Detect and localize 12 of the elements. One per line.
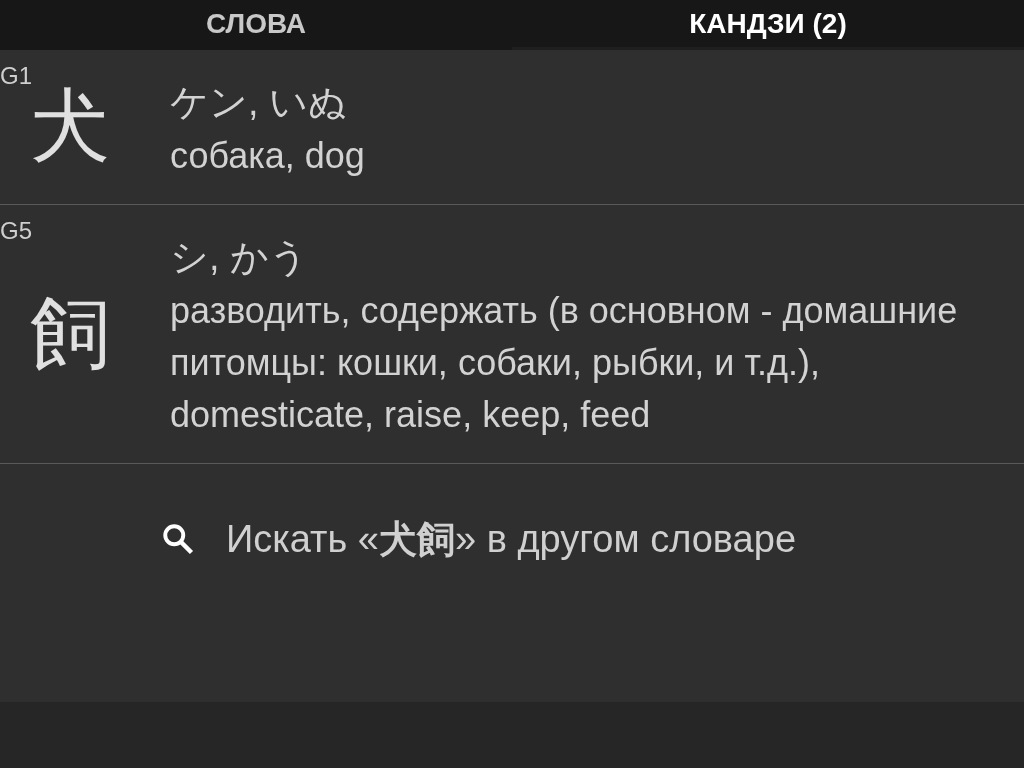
search-other-dictionary-link[interactable]: Искать «犬飼» в другом словаре [0, 464, 1024, 614]
kanji-readings: シ, かう [170, 235, 310, 280]
grade-label: G1 [0, 62, 32, 90]
kanji-character: 飼 [30, 285, 110, 381]
search-icon [160, 521, 196, 557]
search-link-text[interactable]: Искать «犬飼» в другом словаре [226, 513, 797, 565]
kanji-character: 犬 [30, 79, 110, 174]
tab[interactable]: СЛОВА [0, 0, 512, 50]
grade-label: G5 [0, 217, 32, 245]
kanji-meanings: собака, dog [170, 134, 366, 178]
kanji-meanings: разводить, содержать (в основном - домашние питомцы: кошки, собаки, рыбки, и т.д.), domesticate, raise, keep, feed [170, 289, 959, 437]
kanji-readings: ケン, いぬ [170, 80, 349, 125]
